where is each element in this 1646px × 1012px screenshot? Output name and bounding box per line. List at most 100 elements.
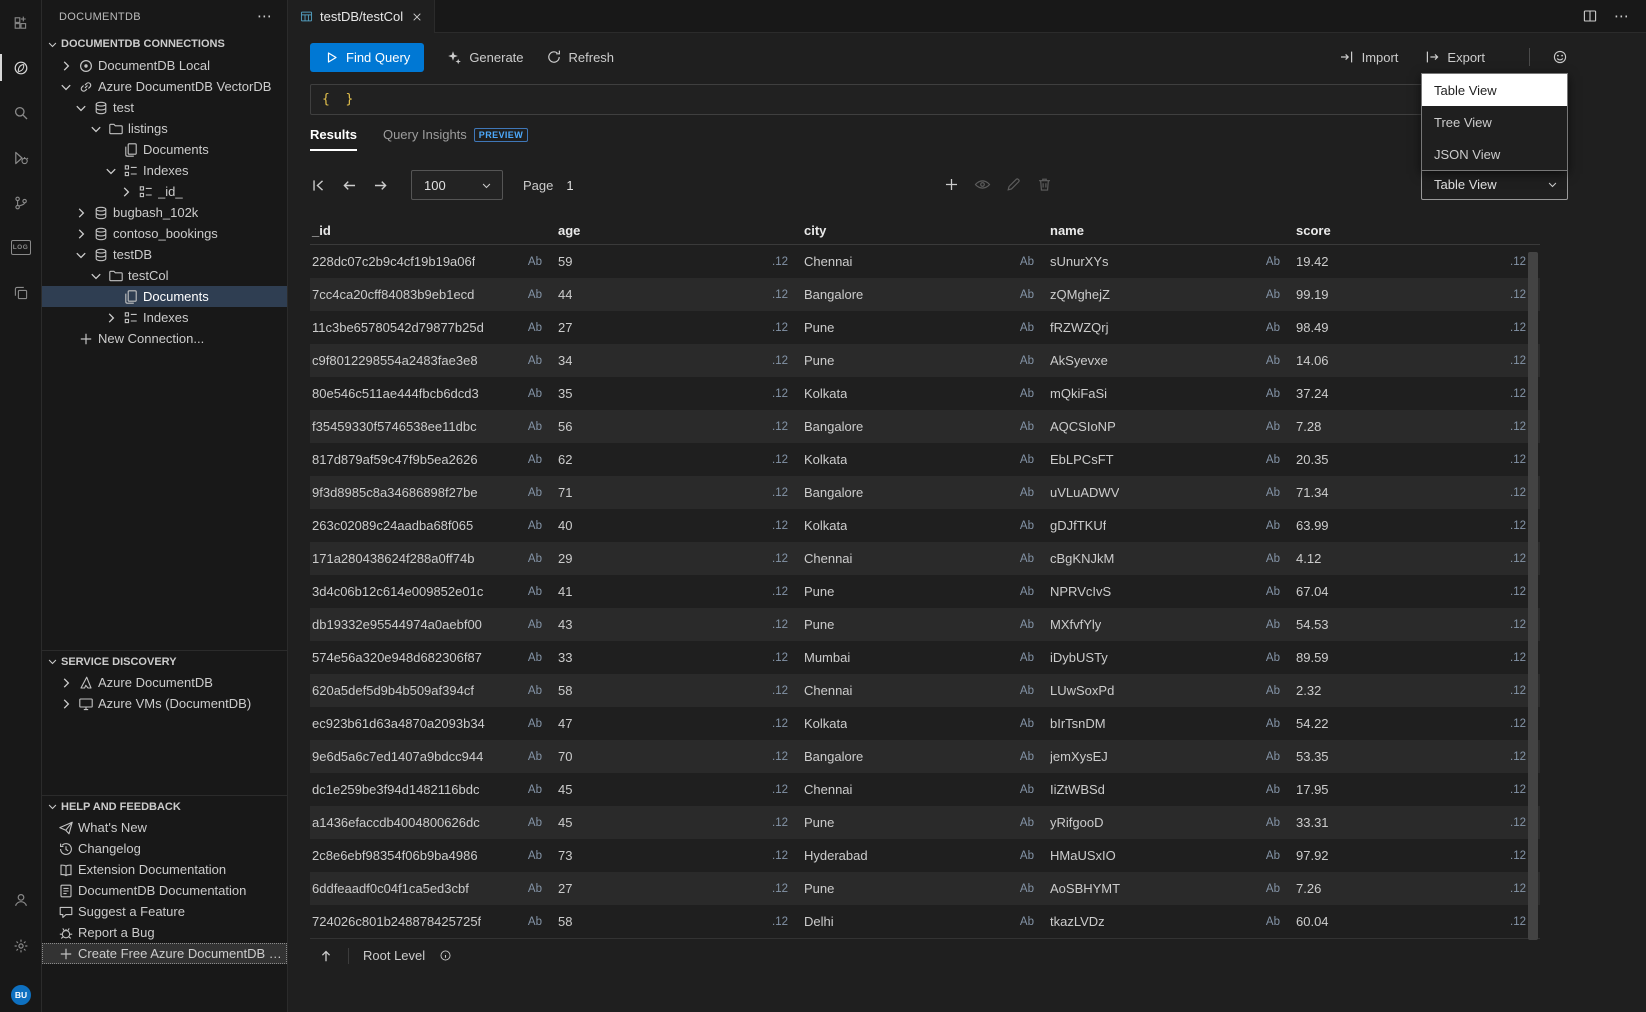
table-cell: BangaloreAb <box>802 749 1048 764</box>
table-row[interactable]: db19332e95544974a0aebf00Ab43.12PuneAbMXf… <box>310 608 1540 641</box>
table-row[interactable]: ec923b61d63a4870a2093b34Ab47.12KolkataAb… <box>310 707 1540 740</box>
tab-testdb-testcol[interactable]: testDB/testCol <box>288 0 435 33</box>
activity-bar-item-extensions[interactable] <box>0 0 41 45</box>
level-up-icon[interactable] <box>318 948 334 964</box>
table-row[interactable]: 9e6d5a6c7ed1407a9bdcc944Ab70.12Bangalore… <box>310 740 1540 773</box>
tree-item-documents[interactable]: Documents <box>42 286 287 307</box>
table-row[interactable]: 620a5def5d9b4b509af394cfAb58.12ChennaiAb… <box>310 674 1540 707</box>
table-row[interactable]: 11c3be65780542d79877b25dAb27.12PuneAbfRZ… <box>310 311 1540 344</box>
first-page-icon[interactable] <box>310 177 327 194</box>
refresh-button[interactable]: Refresh <box>546 49 615 65</box>
import-button[interactable]: Import <box>1339 49 1399 65</box>
cell-value: 33 <box>558 650 572 665</box>
view-document-icon[interactable] <box>974 176 991 193</box>
tree-item-new-connection[interactable]: New Connection... <box>42 328 287 349</box>
view-mode-select[interactable]: Table View <box>1421 169 1568 200</box>
table-row[interactable]: 171a280438624f288a0ff74bAb29.12ChennaiAb… <box>310 542 1540 575</box>
table-row[interactable]: a1436efaccdb4004800626dcAb45.12PuneAbyRi… <box>310 806 1540 839</box>
tree-item-create-free-azure-documentdb-cl[interactable]: Create Free Azure DocumentDB Cl... <box>42 943 287 964</box>
table-row[interactable]: c9f8012298554a2483fae3e8Ab34.12PuneAbAkS… <box>310 344 1540 377</box>
tree-item-indexes[interactable]: Indexes <box>42 160 287 181</box>
tree-item-listings[interactable]: listings <box>42 118 287 139</box>
table-row[interactable]: 263c02089c24aadba68f065Ab40.12KolkataAbg… <box>310 509 1540 542</box>
tree-item-report-a-bug[interactable]: Report a Bug <box>42 922 287 943</box>
cell-value: Chennai <box>804 551 852 566</box>
view-option-tree-view[interactable]: Tree View <box>1422 106 1567 138</box>
table-row[interactable]: 817d879af59c47f9b5ea2626Ab62.12KolkataAb… <box>310 443 1540 476</box>
section-header-help-and-feedback[interactable]: HELP AND FEEDBACK <box>42 795 287 817</box>
activity-bar-item-settings[interactable] <box>0 923 41 968</box>
generate-button[interactable]: Generate <box>446 49 523 65</box>
activity-bar-item-account[interactable] <box>0 877 41 922</box>
tree-item-documentdb-local[interactable]: DocumentDB Local <box>42 55 287 76</box>
table-row[interactable]: 9f3d8985c8a34686898f27beAb71.12Bangalore… <box>310 476 1540 509</box>
split-editor-icon[interactable] <box>1582 8 1598 24</box>
page-size-select[interactable]: 100 <box>411 170 503 200</box>
previous-page-icon[interactable] <box>341 177 358 194</box>
table-row[interactable]: 2c8e6ebf98354f06b9ba4986Ab73.12Hyderabad… <box>310 839 1540 872</box>
tree-item-extension-documentation[interactable]: Extension Documentation <box>42 859 287 880</box>
table-row[interactable]: 574e56a320e948d682306f87Ab33.12MumbaiAbi… <box>310 641 1540 674</box>
table-cell: KolkataAb <box>802 518 1048 533</box>
activity-bar-item-search[interactable] <box>0 90 41 135</box>
delete-document-icon[interactable] <box>1036 176 1053 193</box>
table-row[interactable]: f35459330f5746538ee11dbcAb56.12Bangalore… <box>310 410 1540 443</box>
tree-item-documentdb-documentation[interactable]: DocumentDB Documentation <box>42 880 287 901</box>
close-tab-icon[interactable] <box>410 10 424 24</box>
activity-bar-item-pages[interactable] <box>0 270 41 315</box>
tree-item-azure-documentdb-vectordb[interactable]: Azure DocumentDB VectorDB <box>42 76 287 97</box>
view-option-table-view[interactable]: Table View <box>1422 74 1567 106</box>
tree-item-contoso-bookings[interactable]: contoso_bookings <box>42 223 287 244</box>
tree-item-changelog[interactable]: Changelog <box>42 838 287 859</box>
column-header-score[interactable]: score <box>1294 223 1540 238</box>
feedback-smiley-icon[interactable] <box>1552 49 1568 65</box>
section-header-service-discovery[interactable]: SERVICE DISCOVERY <box>42 650 287 672</box>
tree-item-what-s-new[interactable]: What's New <box>42 817 287 838</box>
section-header-documentdb-connections[interactable]: DOCUMENTDB CONNECTIONS <box>42 33 287 55</box>
activity-bar-item-documentdb[interactable] <box>0 45 41 90</box>
find-query-button[interactable]: Find Query <box>310 43 424 72</box>
string-type-icon: Ab <box>1020 421 1034 433</box>
table-row[interactable]: 724026c801b248878425725fAb58.12DelhiAbtk… <box>310 905 1540 938</box>
more-actions-icon[interactable]: ⋯ <box>257 9 273 24</box>
table-row[interactable]: 228dc07c2b9c4cf19b19a06fAb59.12ChennaiAb… <box>310 245 1540 278</box>
tree-item-suggest-a-feature[interactable]: Suggest a Feature <box>42 901 287 922</box>
tree-item-documents[interactable]: Documents <box>42 139 287 160</box>
string-type-icon: Ab <box>1020 553 1034 565</box>
column-header-id[interactable]: _id <box>310 223 556 238</box>
table-row[interactable]: 7cc4ca20cff84083b9eb1ecdAb44.12Bangalore… <box>310 278 1540 311</box>
table-row[interactable]: 6ddfeaadf0c04f1ca5ed3cbfAb27.12PuneAbAoS… <box>310 872 1540 905</box>
table-cell: 574e56a320e948d682306f87Ab <box>310 650 556 665</box>
column-header-age[interactable]: age <box>556 223 802 238</box>
tree-item-label: contoso_bookings <box>113 226 218 241</box>
tree-item-testcol[interactable]: testCol <box>42 265 287 286</box>
editor-more-actions-icon[interactable]: ⋯ <box>1614 9 1630 24</box>
table-row[interactable]: 3d4c06b12c614e009852e01cAb41.12PuneAbNPR… <box>310 575 1540 608</box>
tree-item-indexes[interactable]: Indexes <box>42 307 287 328</box>
tree-item-test[interactable]: test <box>42 97 287 118</box>
profile-badge[interactable]: BU <box>9 983 33 1007</box>
table-row[interactable]: dc1e259be3f94d1482116bdcAb45.12ChennaiAb… <box>310 773 1540 806</box>
table-scrollbar[interactable] <box>1528 252 1538 940</box>
edit-document-icon[interactable] <box>1005 176 1022 193</box>
table-row[interactable]: 80e546c511ae444fbcb6dcd3Ab35.12KolkataAb… <box>310 377 1540 410</box>
column-header-city[interactable]: city <box>802 223 1048 238</box>
tree-item-bugbash-102k[interactable]: bugbash_102k <box>42 202 287 223</box>
add-document-icon[interactable] <box>943 176 960 193</box>
tree-item-azure-documentdb[interactable]: Azure DocumentDB <box>42 672 287 693</box>
next-page-icon[interactable] <box>372 177 389 194</box>
tab-query-insights[interactable]: Query Insights PREVIEW <box>383 127 528 151</box>
string-type-icon: Ab <box>1020 883 1034 895</box>
query-input[interactable]: { } <box>310 84 1558 115</box>
column-header-name[interactable]: name <box>1048 223 1294 238</box>
tree-item-id[interactable]: _id_ <box>42 181 287 202</box>
activity-bar-item-source-control[interactable] <box>0 180 41 225</box>
view-option-json-view[interactable]: JSON View <box>1422 138 1567 170</box>
activity-bar-item-run-debug[interactable] <box>0 135 41 180</box>
info-icon[interactable] <box>439 949 452 962</box>
tree-item-testdb[interactable]: testDB <box>42 244 287 265</box>
tree-item-azure-vms-documentdb[interactable]: Azure VMs (DocumentDB) <box>42 693 287 714</box>
activity-bar-item-log[interactable]: LOG <box>0 225 41 270</box>
export-button[interactable]: Export <box>1424 49 1485 65</box>
tab-results[interactable]: Results <box>310 127 357 151</box>
